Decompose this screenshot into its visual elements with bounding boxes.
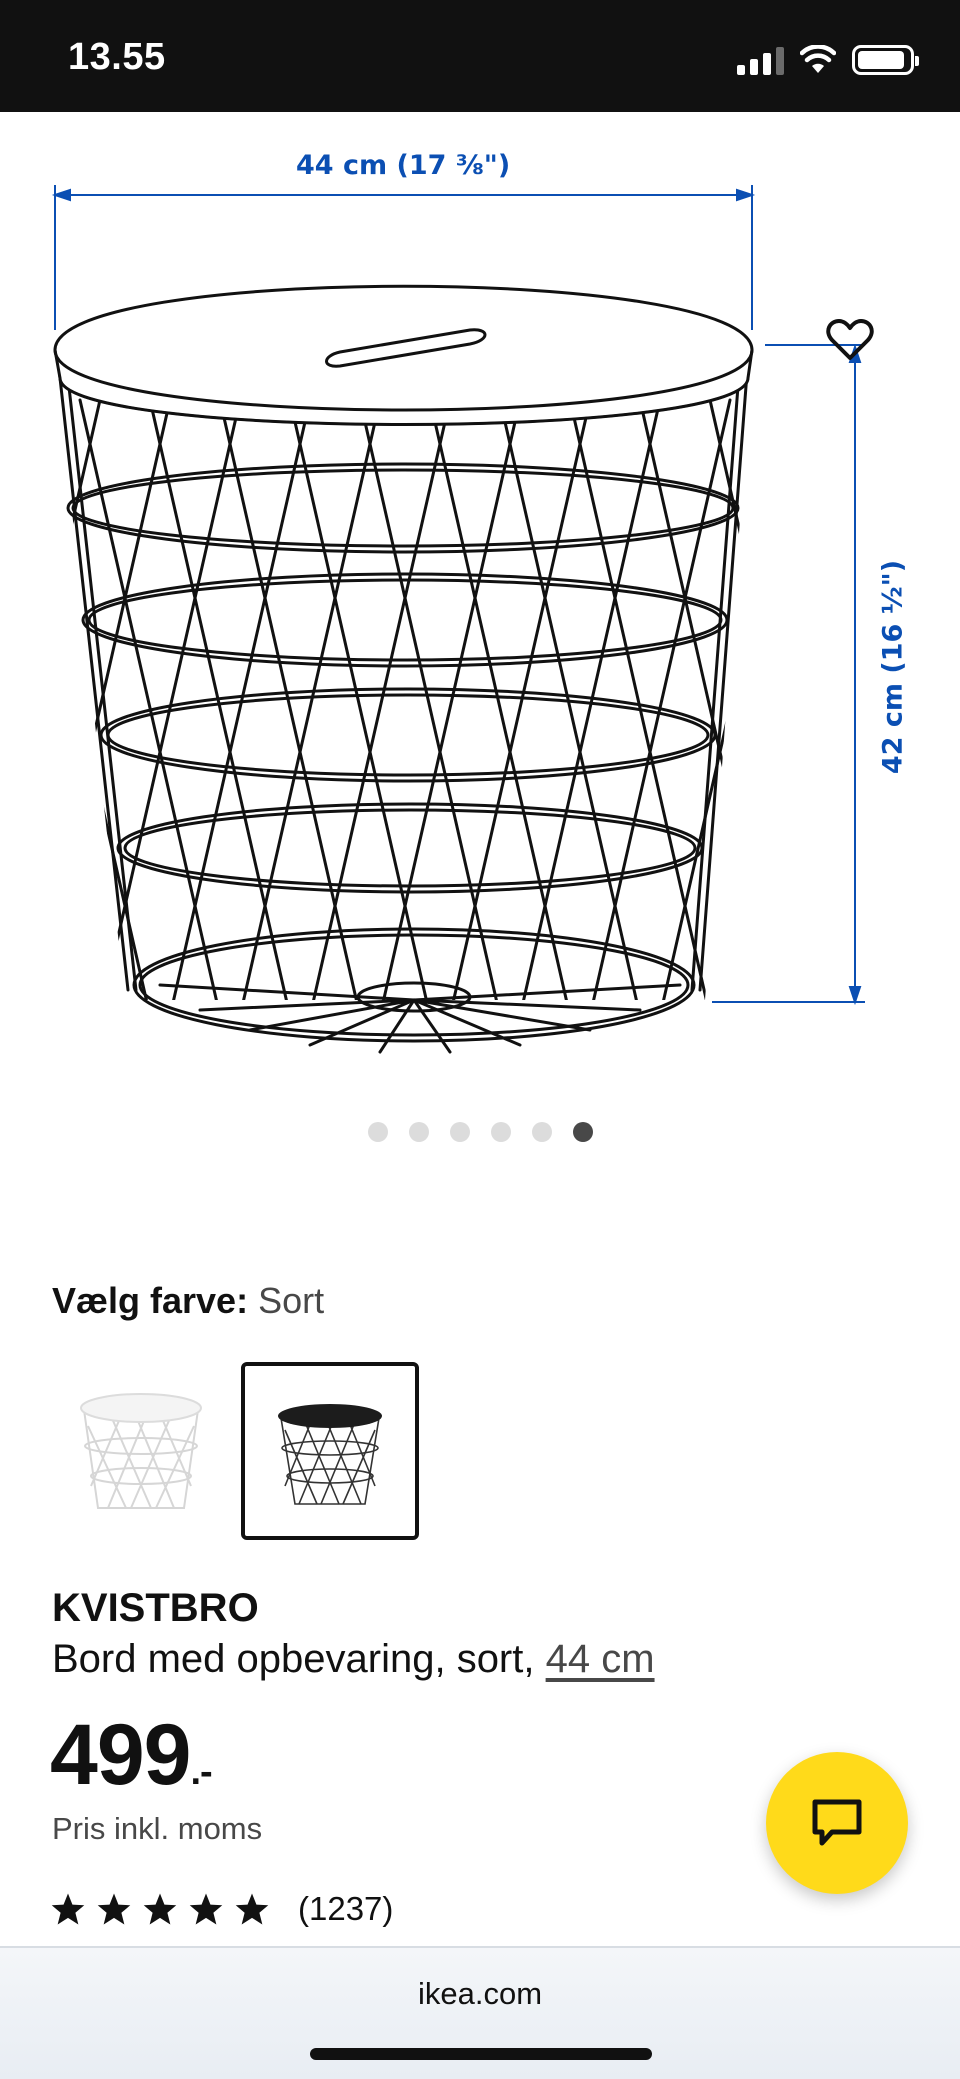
status-bar: 13.55	[0, 0, 960, 112]
color-select-label: Vælg farve: Sort	[52, 1280, 324, 1322]
price: 499.-	[50, 1706, 213, 1805]
browser-bottom-bar: ikea.com	[0, 1946, 960, 2079]
url-bar[interactable]: ikea.com	[0, 1976, 960, 2012]
pager-dot-5[interactable]	[531, 1122, 552, 1142]
price-note: Pris inkl. moms	[52, 1811, 263, 1846]
color-option-black[interactable]	[241, 1362, 419, 1540]
heart-icon	[826, 319, 874, 360]
pager-dot-1[interactable]	[367, 1122, 388, 1142]
product-rating[interactable]: (1237)	[50, 1890, 393, 1928]
pager-dot-2[interactable]	[408, 1122, 429, 1142]
status-time: 13.55	[68, 36, 166, 78]
battery-icon	[852, 45, 919, 75]
status-icons	[737, 40, 919, 80]
product-name: KVISTBRO	[52, 1586, 259, 1630]
storage-table-line-drawing	[51, 185, 865, 1054]
star-icon	[235, 1893, 269, 1925]
star-icon	[143, 1893, 177, 1925]
image-pager	[0, 1122, 960, 1146]
pager-dot-6-active[interactable]	[572, 1122, 593, 1142]
color-option-white[interactable]	[52, 1362, 230, 1540]
star-icon	[189, 1893, 223, 1925]
size-link[interactable]: 44 cm	[546, 1637, 655, 1681]
rating-stars	[50, 1892, 270, 1926]
star-icon	[51, 1893, 85, 1925]
rating-count: (1237)	[298, 1890, 394, 1927]
home-indicator[interactable]	[310, 2048, 652, 2060]
white-table-thumbnail	[80, 1393, 202, 1509]
product-description-text: Bord med opbevaring, sort,	[52, 1637, 535, 1681]
wifi-icon	[800, 45, 836, 73]
black-table-thumbnail	[278, 1404, 382, 1505]
pager-dot-4[interactable]	[490, 1122, 511, 1142]
favorite-button[interactable]	[826, 318, 888, 380]
chat-button[interactable]	[766, 1752, 908, 1894]
width-dimension-label: 44 cm (17 ⅜")	[296, 150, 511, 181]
color-select-heading: Vælg farve:	[52, 1280, 249, 1321]
price-value: 499	[50, 1707, 191, 1803]
star-icon	[97, 1893, 131, 1925]
color-select-value: Sort	[258, 1280, 325, 1321]
cellular-signal-icon	[737, 45, 784, 75]
chat-bubble-icon	[812, 1799, 862, 1846]
height-dimension-label: 42 cm (16 ½")	[877, 559, 909, 775]
price-suffix: .-	[190, 1751, 213, 1793]
product-image-carousel[interactable]: 44 cm (17 ⅜") 42 cm (16 ½")	[0, 112, 960, 1112]
pager-dot-3[interactable]	[449, 1122, 470, 1142]
product-description: Bord med opbevaring, sort, 44 cm	[52, 1637, 655, 1682]
